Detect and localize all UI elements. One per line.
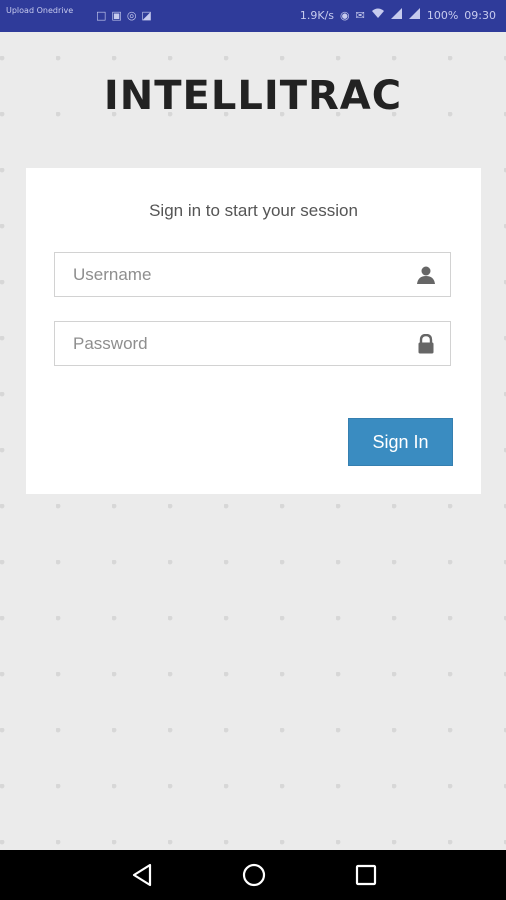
user-icon [416, 265, 436, 285]
wifi-icon [371, 8, 385, 22]
network-speed: 1.9K/s [299, 8, 335, 22]
lock-icon [416, 333, 436, 354]
signal-icon [390, 8, 403, 22]
notification-icon: ▣ [111, 9, 122, 22]
notification-icon: □ [96, 9, 107, 22]
login-card: Sign in to start your session Sign In [26, 168, 481, 494]
sign-in-button[interactable]: Sign In [348, 418, 453, 466]
clock: 09:30 [464, 8, 496, 22]
app-brand-title: INTELLITRAC [103, 73, 403, 119]
battery-level: 100% [426, 8, 459, 22]
home-icon[interactable] [240, 862, 268, 888]
status-bar: Upload Onedrive □ ▣ ◎ ◪ 1.9K/s ◉ ✉ 100% … [0, 0, 506, 32]
login-subtitle: Sign in to start your session [149, 201, 358, 220]
username-input[interactable] [55, 253, 450, 296]
signal-icon [408, 8, 421, 22]
notification-icon: ◪ [141, 9, 152, 22]
status-right-items: 1.9K/s ◉ ✉ 100% 09:30 [300, 8, 496, 22]
status-left-icons: □ ▣ ◎ ◪ [96, 9, 152, 22]
message-icon: ✉ [355, 8, 365, 22]
vibrate-icon: ◉ [340, 8, 350, 22]
back-icon[interactable] [128, 862, 156, 888]
notification-text: Upload Onedrive [6, 6, 74, 15]
navigation-bar [0, 850, 506, 900]
app-screen: Upload Onedrive □ ▣ ◎ ◪ 1.9K/s ◉ ✉ 100% … [0, 0, 506, 900]
password-input[interactable] [55, 322, 450, 365]
notification-icon: ◎ [126, 9, 137, 22]
recents-icon[interactable] [352, 862, 380, 888]
username-field[interactable] [54, 252, 451, 297]
password-field[interactable] [54, 321, 451, 366]
